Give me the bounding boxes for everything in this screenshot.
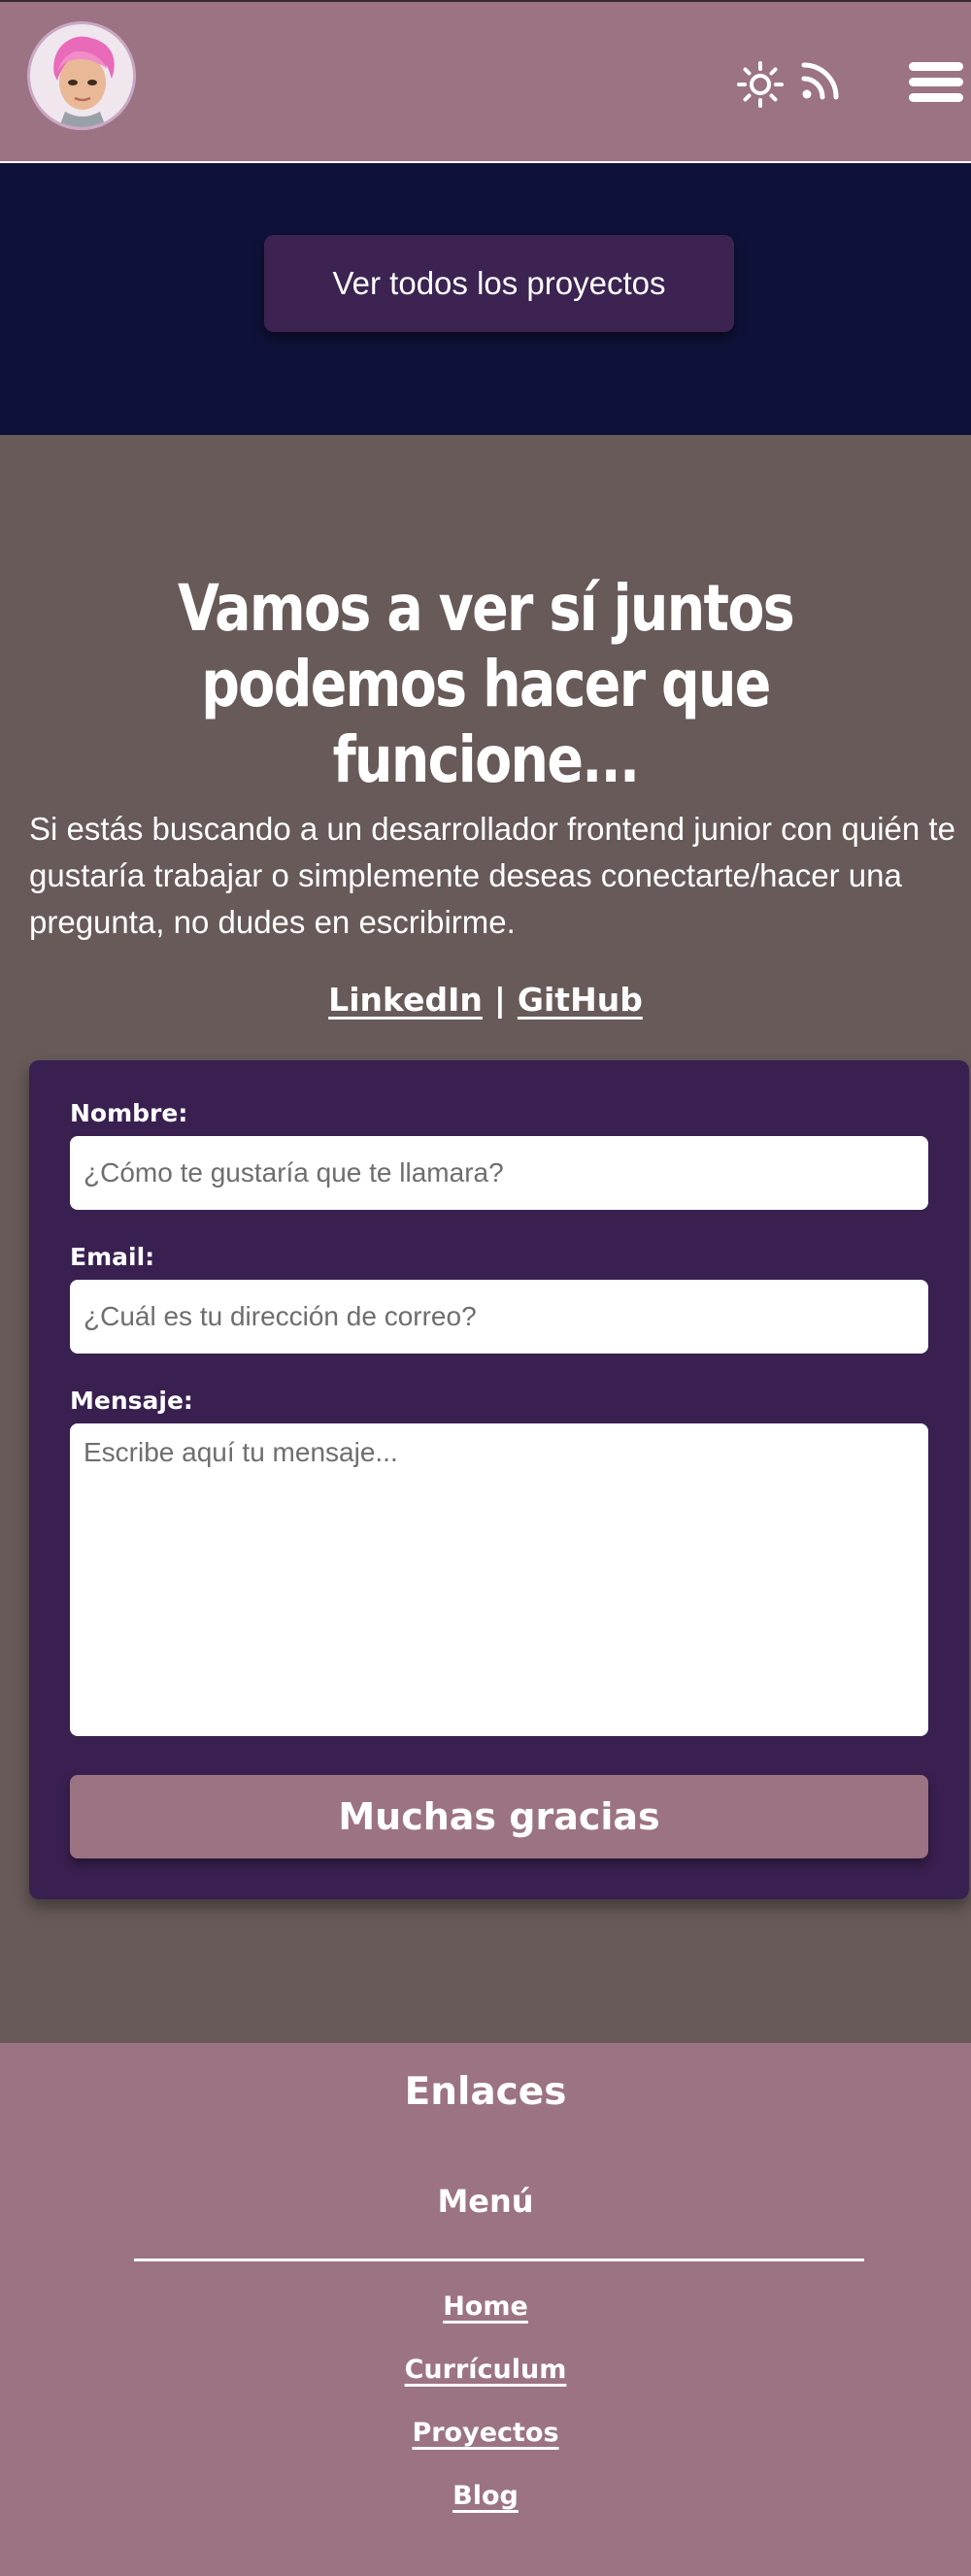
message-textarea[interactable] [70,1423,928,1736]
message-label: Mensaje: [70,1387,193,1415]
contact-title-line-1: Vamos a ver sí juntos [177,571,795,646]
email-label: Email: [70,1243,155,1271]
footer-link-blog[interactable]: Blog [452,2481,519,2511]
footer-link-home[interactable]: Home [443,2292,528,2322]
footer-divider [134,2258,864,2261]
name-input[interactable] [70,1136,928,1210]
footer-menu-heading: Menú [437,2183,534,2220]
projects-section: Ver todos los proyectos [0,163,971,435]
site-header [0,0,971,163]
name-label: Nombre: [70,1099,188,1127]
footer-link-projects[interactable]: Proyectos [412,2418,558,2448]
menu-icon[interactable] [907,58,965,107]
contact-form: Nombre: Email: Mensaje: Muchas gracias [29,1060,969,1899]
contact-description: Si estás buscando a un desarrollador fro… [29,811,955,940]
footer-link-curriculum[interactable]: Currículum [405,2355,567,2385]
contact-title: Vamos a ver sí juntos podemos hacer que … [78,571,893,798]
social-links: LinkedIn | GitHub [0,981,971,1019]
footer-item-home: Home [0,2292,971,2322]
footer-item-curriculum: Currículum [0,2355,971,2385]
view-all-projects-button[interactable]: Ver todos los proyectos [264,235,734,332]
submit-button[interactable]: Muchas gracias [70,1775,928,1858]
rss-icon[interactable] [800,60,841,101]
contact-section: Vamos a ver sí juntos podemos hacer que … [0,435,971,2043]
linkedin-link[interactable]: LinkedIn [328,981,483,1019]
footer-item-blog: Blog [0,2481,971,2511]
footer-title: Enlaces [404,2070,567,2114]
avatar[interactable] [27,21,136,130]
link-separator: | [493,981,506,1019]
sun-icon[interactable] [736,60,785,109]
email-input[interactable] [70,1280,928,1354]
github-link[interactable]: GitHub [518,981,643,1019]
contact-title-line-2: podemos hacer que funcione... [201,647,771,797]
site-footer: Enlaces Menú Home Currículum Proyectos B… [0,2043,971,2576]
avatar-illustration [30,24,133,127]
footer-item-projects: Proyectos [0,2418,971,2448]
